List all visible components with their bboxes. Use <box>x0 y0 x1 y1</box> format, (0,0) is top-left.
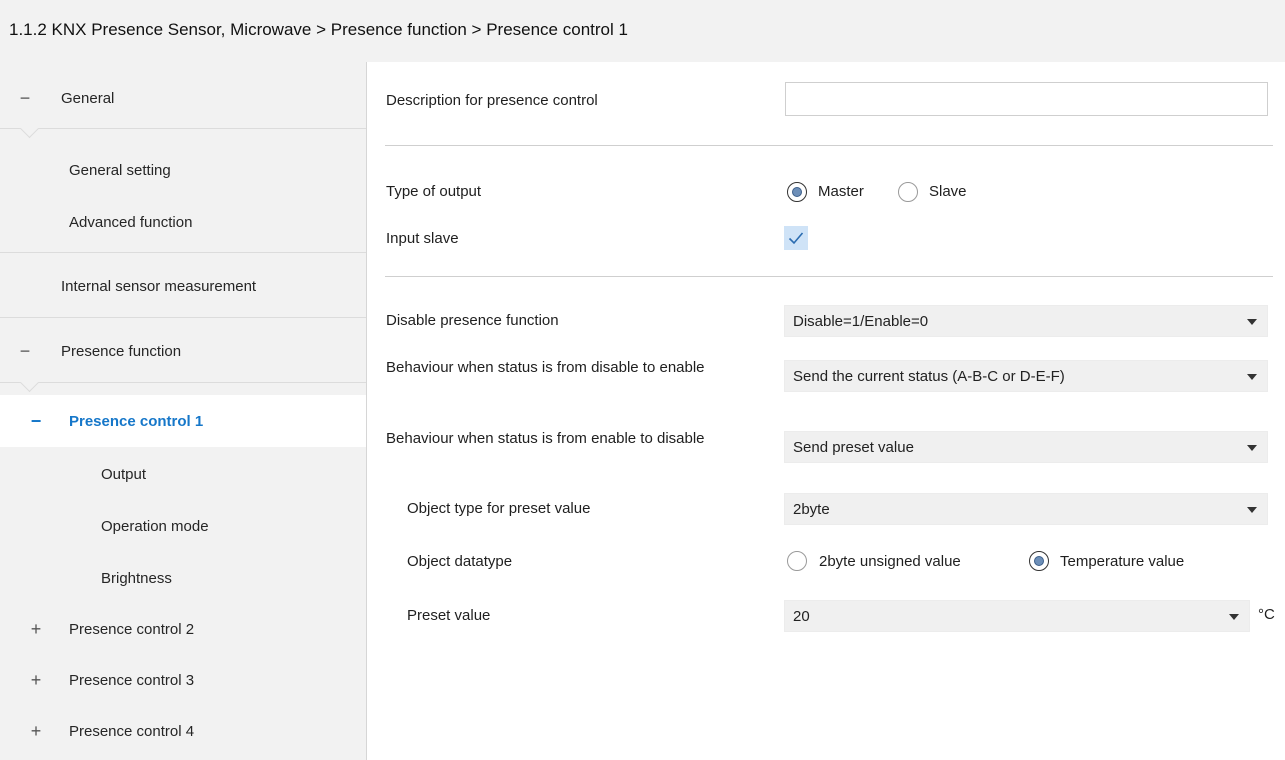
radio-temperature[interactable] <box>1029 551 1049 571</box>
radio-2byte-unsigned[interactable] <box>787 551 807 571</box>
sidebar-item-label: Presence control 1 <box>69 412 204 430</box>
sidebar-item-general-setting[interactable]: General setting <box>0 144 366 196</box>
sidebar-item-label: General setting <box>69 161 171 179</box>
sidebar-item-advanced-function[interactable]: Advanced function <box>0 196 366 248</box>
expand-icon[interactable]: + <box>29 670 43 691</box>
sidebar-item-brightness[interactable]: Brightness <box>0 552 366 604</box>
radio-temperature-label[interactable]: Temperature value <box>1060 553 1184 570</box>
sidebar-item-label: Presence control 2 <box>69 620 195 638</box>
chevron-down-icon <box>1247 445 1257 451</box>
check-icon <box>788 232 804 245</box>
breadcrumb: 1.1.2 KNX Presence Sensor, Microwave > P… <box>9 20 628 39</box>
object-type-select[interactable]: 2byte <box>784 493 1268 525</box>
sidebar-item-label: Internal sensor measurement <box>61 277 257 295</box>
divider <box>0 317 366 318</box>
sidebar-item-internal-sensor-measurement[interactable]: Internal sensor measurement <box>0 260 366 312</box>
disable-presence-select[interactable]: Disable=1/Enable=0 <box>784 305 1268 337</box>
input-slave-checkbox[interactable] <box>784 226 808 250</box>
sidebar-item-general[interactable]: − General <box>0 72 366 124</box>
sidebar-item-label: Presence control 3 <box>69 671 195 689</box>
expand-icon[interactable]: + <box>29 619 43 640</box>
sidebar-item-output[interactable]: Output <box>0 448 366 500</box>
chevron-down-icon <box>1247 374 1257 380</box>
sidebar-item-presence-control-4[interactable]: + Presence control 4 <box>0 705 366 757</box>
sidebar-item-label: General <box>61 89 115 107</box>
behaviour-enable-select[interactable]: Send the current status (A-B-C or D-E-F) <box>784 360 1268 392</box>
preset-unit: °C <box>1258 606 1275 623</box>
radio-master[interactable] <box>787 182 807 202</box>
radio-slave[interactable] <box>898 182 918 202</box>
collapse-icon[interactable]: − <box>29 411 43 432</box>
chevron-down-icon <box>1247 507 1257 513</box>
description-label: Description for presence control <box>386 92 598 109</box>
preset-value-spinbox[interactable]: 20 <box>784 600 1250 632</box>
behaviour-disable-select[interactable]: Send preset value <box>784 431 1268 463</box>
sidebar-item-presence-control-1[interactable]: − Presence control 1 <box>0 395 366 447</box>
tree-notch <box>18 382 40 394</box>
tree-notch <box>18 128 40 140</box>
divider <box>0 128 366 129</box>
behaviour-disable-label: Behaviour when status is from enable to … <box>386 430 705 447</box>
disable-presence-label: Disable presence function <box>386 312 559 329</box>
object-type-label: Object type for preset value <box>407 500 591 517</box>
description-input[interactable] <box>785 82 1268 116</box>
sidebar-item-label: Brightness <box>101 569 172 587</box>
select-value: Disable=1/Enable=0 <box>793 313 929 330</box>
sidebar-item-label: Operation mode <box>101 517 209 535</box>
object-datatype-label: Object datatype <box>407 553 513 570</box>
select-value: Send the current status (A-B-C or D-E-F) <box>793 368 1065 385</box>
radio-master-label[interactable]: Master <box>818 183 864 200</box>
chevron-down-icon <box>1229 614 1239 620</box>
divider <box>385 145 1273 146</box>
radio-2byte-unsigned-label[interactable]: 2byte unsigned value <box>819 553 961 570</box>
divider <box>385 276 1273 277</box>
sidebar-item-presence-control-3[interactable]: + Presence control 3 <box>0 654 366 706</box>
divider <box>0 382 366 383</box>
select-value: 2byte <box>793 501 830 518</box>
collapse-icon[interactable]: − <box>18 88 32 109</box>
select-value: 20 <box>793 608 810 625</box>
input-slave-label: Input slave <box>386 230 459 247</box>
sidebar-item-label: Output <box>101 465 147 483</box>
type-of-output-label: Type of output <box>386 183 482 200</box>
sidebar-item-label: Presence function <box>61 342 182 360</box>
sidebar-item-presence-control-2[interactable]: + Presence control 2 <box>0 603 366 655</box>
select-value: Send preset value <box>793 439 914 456</box>
sidebar-item-operation-mode[interactable]: Operation mode <box>0 500 366 552</box>
preset-value-label: Preset value <box>407 607 491 624</box>
radio-slave-label[interactable]: Slave <box>929 183 967 200</box>
title-bar: 1.1.2 KNX Presence Sensor, Microwave > P… <box>0 0 1285 62</box>
sidebar-item-label: Advanced function <box>69 213 193 231</box>
sidebar-item-label: Presence control 4 <box>69 722 195 740</box>
behaviour-enable-label: Behaviour when status is from disable to… <box>386 359 705 376</box>
sidebar-item-presence-function[interactable]: − Presence function <box>0 325 366 377</box>
chevron-down-icon <box>1247 319 1257 325</box>
parameter-panel: Description for presence control Type of… <box>368 62 1285 760</box>
sidebar: − General General setting Advanced funct… <box>0 62 367 760</box>
divider <box>0 252 366 253</box>
collapse-icon[interactable]: − <box>18 341 32 362</box>
expand-icon[interactable]: + <box>29 721 43 742</box>
